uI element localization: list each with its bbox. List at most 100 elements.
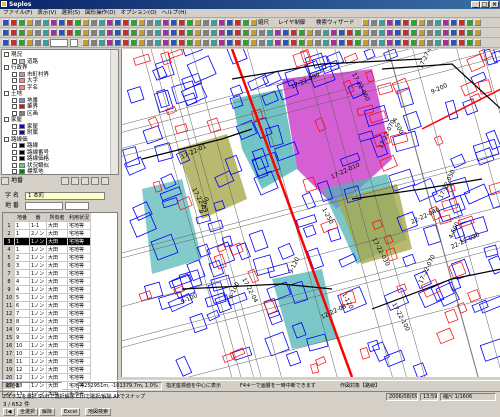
toolbar-tool-icon[interactable]: [378, 39, 385, 46]
search-tab-label[interactable]: 地番: [11, 177, 23, 185]
toolbar-tool-icon[interactable]: [34, 19, 41, 26]
toolbar-tool-icon[interactable]: [330, 29, 337, 36]
toolbar-tool-icon[interactable]: [362, 19, 369, 26]
toolbar-tool-icon[interactable]: [26, 29, 33, 36]
toolbar-tool-icon[interactable]: [362, 39, 369, 46]
table-row[interactable]: 10 5 1ノン 大田 宅地等: [3, 293, 92, 302]
toolbar-tool-icon[interactable]: [426, 19, 433, 26]
toolbar-tool-icon[interactable]: [202, 39, 209, 46]
tree-checkbox-icon[interactable]: [12, 104, 17, 109]
toolbar-tool-icon[interactable]: [282, 29, 289, 36]
toolbar-tool-icon[interactable]: [282, 39, 289, 46]
tree-checkbox-icon[interactable]: [4, 136, 9, 142]
table-row[interactable]: 16 10 1ノン 大田 宅地等: [3, 341, 92, 350]
toolbar-tool-icon[interactable]: [194, 39, 201, 46]
chiban-field[interactable]: [25, 202, 63, 210]
toolbar-tool-icon[interactable]: [10, 29, 17, 36]
table-row[interactable]: 7 3 1ノン 大田 宅地等: [3, 269, 92, 278]
tree-checkbox-icon[interactable]: [12, 78, 17, 83]
toolbar-tool-icon[interactable]: [170, 39, 177, 46]
toolbar-tool-icon[interactable]: [26, 19, 33, 26]
tree-checkbox-icon[interactable]: [12, 71, 17, 77]
toolbar-tool-icon[interactable]: [274, 39, 281, 46]
toolbar-tool-icon[interactable]: [34, 39, 41, 46]
toolbar-tool-icon[interactable]: [450, 29, 457, 36]
table-row[interactable]: 19 12 1ノン 大田 宅地等: [3, 365, 92, 374]
toolbar-tool-icon[interactable]: [258, 29, 265, 36]
toolbar-tool-icon[interactable]: [266, 29, 273, 36]
toolbar-tool-icon[interactable]: [418, 19, 425, 26]
search-wizard-label[interactable]: 検索ウィザード: [316, 19, 355, 27]
toolbar-tool-icon[interactable]: [82, 19, 89, 26]
toolbar-tool-icon[interactable]: [458, 29, 465, 36]
menu-file[interactable]: ファイル(F): [3, 9, 32, 18]
toolbar-tool-icon[interactable]: [98, 19, 105, 26]
clear-button[interactable]: 解除: [39, 408, 56, 416]
toolbar-tool-icon[interactable]: [154, 39, 161, 46]
toolbar-tool-icon[interactable]: [170, 29, 177, 36]
toolbar-tool-icon[interactable]: [178, 19, 185, 26]
tree-checkbox-icon[interactable]: [12, 162, 17, 168]
toolbar-tool-icon[interactable]: [394, 19, 401, 26]
table-row[interactable]: 6 3 1ノン 大田 宅地等: [3, 261, 92, 270]
toolbar-tool-icon[interactable]: [314, 29, 321, 36]
tree-checkbox-icon[interactable]: [4, 117, 9, 122]
toolbar-tool-icon[interactable]: [338, 29, 345, 36]
toolbar-tool-icon[interactable]: [410, 29, 417, 36]
toolbar-tool-icon[interactable]: [58, 29, 65, 36]
toolbar-tool-icon[interactable]: [90, 19, 97, 26]
toolbar-tool-icon[interactable]: [354, 39, 361, 46]
toolbar-tool-icon[interactable]: [66, 29, 73, 36]
toolbar-tool-icon[interactable]: [410, 19, 417, 26]
toolbar-tool-icon[interactable]: [386, 29, 393, 36]
menu-draw[interactable]: 図形操作(D): [85, 9, 116, 18]
toolbar-tool-icon[interactable]: [122, 29, 129, 36]
toolbar-tool-icon[interactable]: [2, 29, 9, 36]
toolbar-tool-icon[interactable]: [258, 39, 265, 46]
toolbar-tool-icon[interactable]: [218, 39, 225, 46]
toolbar-tool-icon[interactable]: [442, 39, 449, 46]
column-header[interactable]: 所有者: [46, 213, 68, 222]
toolbar-tool-icon[interactable]: [474, 19, 481, 26]
menu-options[interactable]: オプション(O): [121, 9, 157, 18]
toolbar-tool-icon[interactable]: [306, 29, 313, 36]
tree-checkbox-icon[interactable]: [12, 149, 17, 155]
toolbar-tool-icon[interactable]: [18, 29, 25, 36]
toolbar-tool-icon[interactable]: [50, 19, 57, 26]
menu-help[interactable]: ヘルプ(H): [162, 9, 187, 18]
toolbar-tool-icon[interactable]: [394, 29, 401, 36]
toolbar-tool-icon[interactable]: [186, 19, 193, 26]
toolbar-tool-icon[interactable]: [386, 39, 393, 46]
toolbar-tool-icon[interactable]: [266, 39, 273, 46]
toolbar-tool-icon[interactable]: [322, 39, 329, 46]
toolbar-tool-icon[interactable]: [58, 19, 65, 26]
toolbar-tool-icon[interactable]: [370, 19, 377, 26]
toolbar-tool-icon[interactable]: [402, 29, 409, 36]
aza-field[interactable]: 1 本町: [25, 192, 105, 200]
toolbar-tool-icon[interactable]: [474, 39, 481, 46]
excel-button[interactable]: Excel: [61, 408, 81, 416]
toolbar-tool-icon[interactable]: [274, 29, 281, 36]
toolbar-tool-icon[interactable]: [194, 29, 201, 36]
toolbar-tool-icon[interactable]: [114, 29, 121, 36]
toolbar-tool-icon[interactable]: [202, 29, 209, 36]
tree-checkbox-icon[interactable]: [4, 52, 9, 57]
table-row[interactable]: 9 4 1ノン 大田 宅地等: [3, 285, 92, 294]
toolbar-tool-icon[interactable]: [322, 29, 329, 36]
toolbar-tool-icon[interactable]: [186, 39, 193, 46]
toolbar-tool-icon[interactable]: [2, 19, 9, 26]
toolbar-tool-icon[interactable]: [386, 19, 393, 26]
table-row[interactable]: 14 9 1ノン 大田 宅地等: [3, 325, 92, 334]
tool-icon-4[interactable]: [91, 177, 99, 185]
table-row[interactable]: 18 11 1ノン 大田 宅地等: [3, 357, 92, 366]
toolbar-tool-icon[interactable]: [314, 39, 321, 46]
toolbar-tool-icon[interactable]: [338, 39, 345, 46]
toolbar-tool-icon[interactable]: [218, 29, 225, 36]
toolbar-tool-icon[interactable]: [434, 19, 441, 26]
toolbar-tool-icon[interactable]: [50, 29, 57, 36]
toolbar-tool-icon[interactable]: [130, 29, 137, 36]
toolbar-tool-icon[interactable]: [362, 29, 369, 36]
name-select[interactable]: [70, 39, 78, 47]
toolbar-tool-icon[interactable]: [106, 29, 113, 36]
toolbar-tool-icon[interactable]: [82, 39, 89, 46]
